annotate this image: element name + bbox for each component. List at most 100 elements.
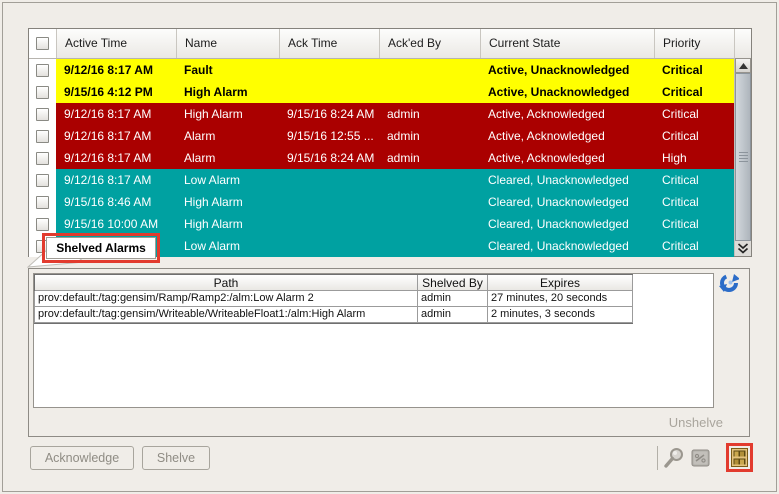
search-icon xyxy=(664,448,683,468)
column-header-ack-time[interactable]: Ack Time xyxy=(280,29,380,58)
row-checkbox[interactable] xyxy=(36,129,49,143)
edit-icon xyxy=(691,449,710,467)
cell-acked-by xyxy=(379,169,480,191)
refresh-icon xyxy=(719,274,740,292)
thumb-grip xyxy=(738,158,748,159)
scroll-up-button[interactable] xyxy=(735,58,751,73)
cell-priority: Critical xyxy=(654,81,734,103)
cell-ack-time: 9/15/16 8:24 AM xyxy=(279,103,379,125)
cell-active-time: 9/15/16 10:00 AM xyxy=(56,213,176,235)
cell-name: Low Alarm xyxy=(176,169,279,191)
cell-name: High Alarm xyxy=(176,191,279,213)
cell-current-state: Cleared, Unacknowledged xyxy=(480,213,654,235)
shelved-alarms-viewport: Path Shelved By Expires prov:default:/ta… xyxy=(33,273,714,408)
row-checkbox[interactable] xyxy=(36,173,49,187)
cell-priority: Critical xyxy=(654,213,734,235)
cell-current-state: Cleared, Unacknowledged xyxy=(480,235,654,257)
cell-ack-time xyxy=(279,191,379,213)
column-header-expires[interactable]: Expires xyxy=(488,275,633,291)
cell-active-time: 9/12/16 8:17 AM xyxy=(56,147,176,169)
column-header-name[interactable]: Name xyxy=(177,29,280,58)
checkbox-cell xyxy=(29,59,56,81)
scroll-more-button[interactable] xyxy=(735,240,751,256)
cell-priority: High xyxy=(654,147,734,169)
cell-expires: 2 minutes, 3 seconds xyxy=(488,307,633,323)
alarm-row[interactable]: 9/12/16 8:17 AM High Alarm 9/15/16 8:24 … xyxy=(29,103,751,125)
select-all-checkbox[interactable] xyxy=(36,37,49,50)
cell-priority: Critical xyxy=(654,169,734,191)
column-header-acked-by[interactable]: Ack'ed By xyxy=(380,29,481,58)
alarm-row[interactable]: 9/15/16 10:00 AM High Alarm Cleared, Una… xyxy=(29,213,751,235)
select-all-cell xyxy=(29,29,57,58)
cell-ack-time: 9/15/16 12:55 ... xyxy=(279,125,379,147)
alarm-row[interactable]: 9/12/16 8:17 AM Low Alarm Cleared, Unack… xyxy=(29,169,751,191)
checkbox-cell xyxy=(29,103,56,125)
column-header-active-time[interactable]: Active Time xyxy=(57,29,177,58)
cell-active-time: 9/12/16 8:17 AM xyxy=(56,59,176,81)
shelved-alarms-panel: Path Shelved By Expires prov:default:/ta… xyxy=(28,268,750,437)
cell-current-state: Cleared, Unacknowledged xyxy=(480,169,654,191)
cell-acked-by: admin xyxy=(379,103,480,125)
cell-name: High Alarm xyxy=(176,103,279,125)
cell-active-time: 9/15/16 8:46 AM xyxy=(56,191,176,213)
cell-current-state: Active, Unacknowledged xyxy=(480,81,654,103)
refresh-button[interactable] xyxy=(719,273,740,293)
column-header-path[interactable]: Path xyxy=(35,275,418,291)
cell-acked-by xyxy=(379,191,480,213)
edit-button[interactable] xyxy=(691,449,711,468)
vertical-scrollbar[interactable] xyxy=(734,58,751,256)
checkbox-cell xyxy=(29,125,56,147)
row-checkbox[interactable] xyxy=(36,85,49,99)
shelved-row[interactable]: prov:default:/tag:gensim/Ramp/Ramp2:/alm… xyxy=(34,291,633,307)
cell-acked-by xyxy=(379,81,480,103)
cell-path: prov:default:/tag:gensim/Ramp/Ramp2:/alm… xyxy=(35,291,418,307)
cell-current-state: Active, Acknowledged xyxy=(480,125,654,147)
shelved-row[interactable]: prov:default:/tag:gensim/Writeable/Write… xyxy=(34,307,633,323)
cell-acked-by: admin xyxy=(379,125,480,147)
alarm-table-header: Active Time Name Ack Time Ack'ed By Curr… xyxy=(29,29,751,59)
row-checkbox[interactable] xyxy=(36,151,49,165)
scrollbar-thumb[interactable] xyxy=(735,73,751,241)
thumb-grip xyxy=(738,161,748,162)
row-checkbox[interactable] xyxy=(36,107,49,121)
column-header-shelved-by[interactable]: Shelved By xyxy=(418,275,488,291)
cell-acked-by xyxy=(379,59,480,81)
cell-priority: Critical xyxy=(654,191,734,213)
cell-current-state: Cleared, Unacknowledged xyxy=(480,191,654,213)
checkbox-cell xyxy=(29,147,56,169)
cell-name: Alarm xyxy=(176,125,279,147)
cell-name: Fault xyxy=(176,59,279,81)
footer-divider xyxy=(657,446,658,470)
cell-priority: Critical xyxy=(654,59,734,81)
alarm-row[interactable]: 9/12/16 8:17 AM Alarm 9/15/16 8:24 AM ad… xyxy=(29,147,751,169)
thumb-grip xyxy=(738,152,748,153)
checkbox-cell xyxy=(29,213,56,235)
column-header-priority[interactable]: Priority xyxy=(655,29,735,58)
shelve-button[interactable]: Shelve xyxy=(142,446,210,470)
cell-name: Low Alarm xyxy=(176,235,279,257)
cell-priority: Critical xyxy=(654,235,734,257)
shelved-alarms-tooltip: Shelved Alarms xyxy=(46,237,156,259)
cell-acked-by xyxy=(379,213,480,235)
checkbox-cell xyxy=(29,191,56,213)
shelved-alarms-view-button[interactable] xyxy=(731,448,748,467)
search-button[interactable] xyxy=(663,447,685,469)
cell-expires: 27 minutes, 20 seconds xyxy=(488,291,633,307)
cell-priority: Critical xyxy=(654,125,734,147)
cell-current-state: Active, Unacknowledged xyxy=(480,59,654,81)
cell-ack-time xyxy=(279,235,379,257)
alarm-row[interactable]: 9/15/16 4:12 PM High Alarm Active, Unack… xyxy=(29,81,751,103)
cell-name: High Alarm xyxy=(176,81,279,103)
unshelve-button[interactable]: Unshelve xyxy=(669,415,723,430)
alarm-row[interactable]: 9/12/16 8:17 AM Alarm 9/15/16 12:55 ... … xyxy=(29,125,751,147)
acknowledge-button[interactable]: Acknowledge xyxy=(30,446,134,470)
alarm-row[interactable]: 9/12/16 8:17 AM Fault Active, Unacknowle… xyxy=(29,59,751,81)
shelved-alarms-table: Path Shelved By Expires prov:default:/ta… xyxy=(34,274,633,324)
double-chevron-down-icon xyxy=(737,242,749,254)
alarm-row[interactable]: 9/15/16 8:46 AM High Alarm Cleared, Unac… xyxy=(29,191,751,213)
row-checkbox[interactable] xyxy=(36,195,49,209)
cell-acked-by: admin xyxy=(379,147,480,169)
row-checkbox[interactable] xyxy=(36,63,49,77)
column-header-current-state[interactable]: Current State xyxy=(481,29,655,58)
row-checkbox[interactable] xyxy=(36,217,49,231)
